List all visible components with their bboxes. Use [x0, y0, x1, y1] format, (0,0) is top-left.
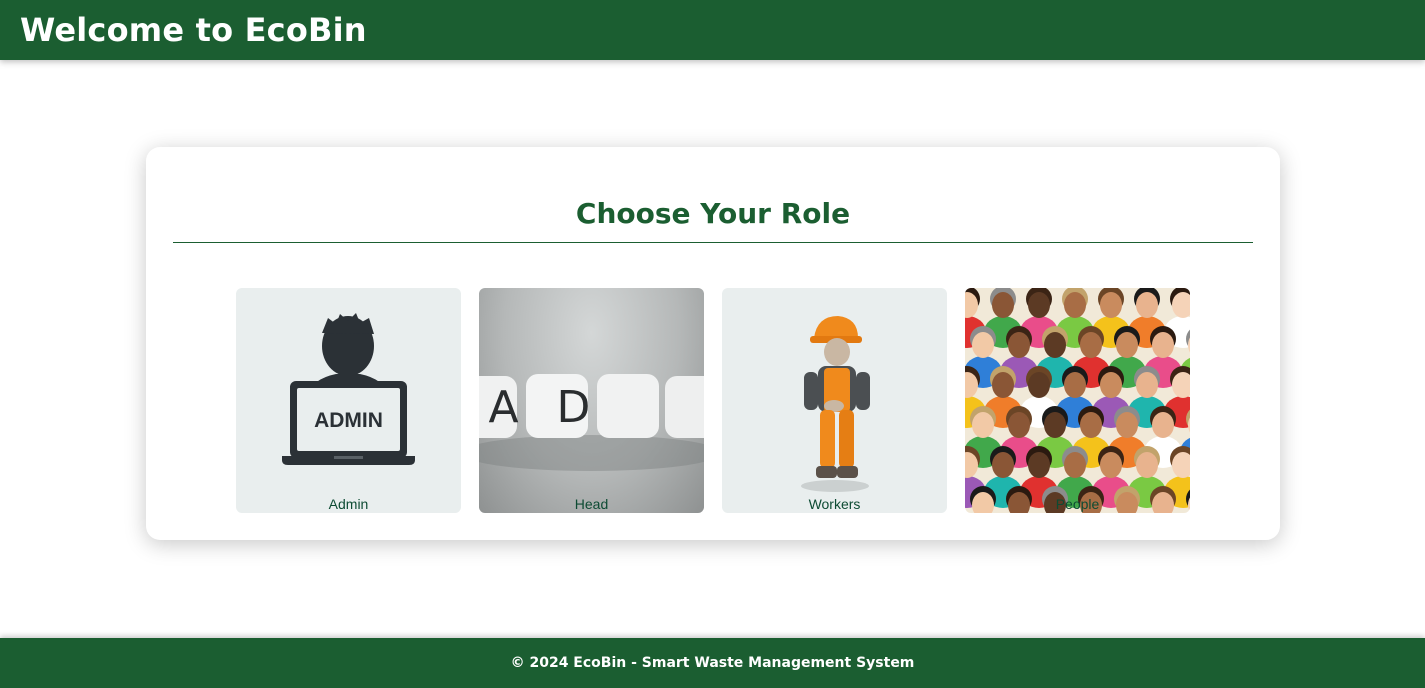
heading-divider	[173, 242, 1253, 243]
role-label-admin: Admin	[328, 496, 369, 512]
role-heading: Choose Your Role	[575, 197, 851, 230]
construction-worker-image	[801, 316, 870, 492]
footer-copyright: © 2024 EcoBin - Smart Waste Management S…	[510, 655, 915, 671]
role-card-workers[interactable]: Workers	[722, 288, 947, 513]
role-label-workers: Workers	[808, 496, 861, 512]
role-card-head[interactable]: HEAD Head	[479, 288, 704, 513]
top-header: Welcome to EcoBin	[0, 0, 1425, 60]
head-letter-cubes-image: HEAD	[479, 374, 704, 471]
crowd-of-people-image	[965, 288, 1190, 513]
role-card-admin[interactable]: ADMIN Admin	[236, 288, 461, 513]
role-grid: ADMIN Admin HEAD Head	[236, 288, 1190, 513]
role-card-people[interactable]: People	[965, 288, 1190, 513]
admin-laptop-icon: ADMIN	[282, 313, 415, 465]
page-title: Welcome to EcoBin	[20, 11, 367, 49]
role-label-people: People	[1055, 496, 1100, 512]
role-label-head: Head	[574, 496, 609, 512]
head-image-text: HEAD	[479, 382, 628, 433]
admin-image-text: ADMIN	[314, 409, 383, 432]
page-footer: © 2024 EcoBin - Smart Waste Management S…	[0, 638, 1425, 688]
role-selection-card: Choose Your Role ADMIN Admin AD Head Wor…	[146, 147, 1280, 540]
